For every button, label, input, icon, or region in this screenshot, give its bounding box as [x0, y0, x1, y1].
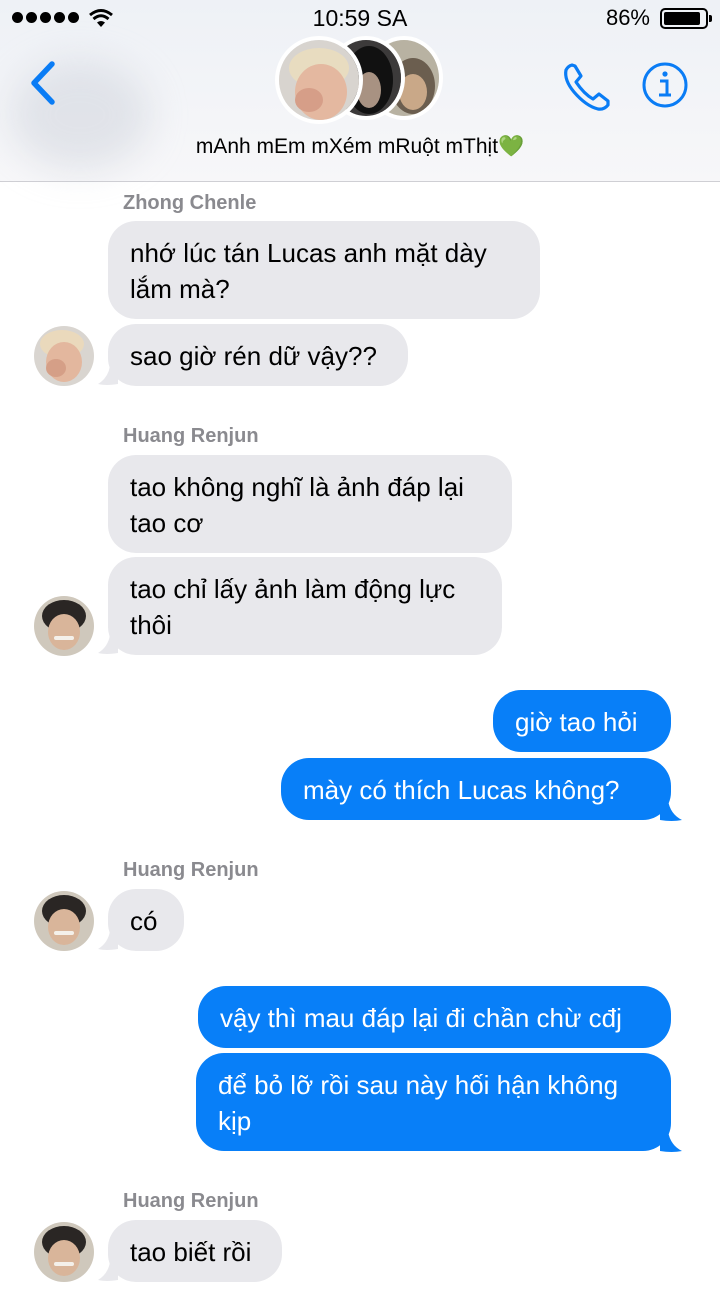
battery-icon: [660, 8, 712, 29]
info-icon[interactable]: [641, 61, 689, 109]
bubble-tail: [660, 800, 682, 821]
bubble-tail: [98, 931, 118, 950]
avatar-huang-renjun[interactable]: [34, 596, 94, 656]
bubble-tail: [98, 1262, 118, 1281]
bubble-tail: [660, 1131, 682, 1152]
outgoing-message[interactable]: vậy thì mau đáp lại đi chần chừ cđj: [198, 986, 671, 1048]
outgoing-message[interactable]: mày có thích Lucas không?: [281, 758, 671, 820]
avatar-zhong-chenle[interactable]: [34, 326, 94, 386]
outgoing-message[interactable]: giờ tao hỏi: [493, 690, 671, 752]
avatar-huang-renjun[interactable]: [34, 891, 94, 951]
bubble-tail: [98, 635, 118, 654]
sender-name: Huang Renjun: [123, 425, 259, 447]
member-avatar-1: [275, 36, 363, 124]
phone-icon[interactable]: [560, 60, 614, 114]
incoming-message[interactable]: có: [108, 889, 184, 951]
avatar-huang-renjun[interactable]: [34, 1222, 94, 1282]
incoming-message[interactable]: tao không nghĩ là ảnh đáp lại tao cơ: [108, 455, 512, 553]
incoming-message[interactable]: nhớ lúc tán Lucas anh mặt dày lắm mà?: [108, 221, 540, 319]
group-name[interactable]: mAnh mEm mXém mRuột mThịt💚: [0, 135, 720, 159]
status-bar: 10:59 SA 86%: [0, 0, 720, 36]
bubble-tail: [98, 366, 118, 385]
chat-header: 10:59 SA 86% mAnh mEm mXém mRuột mThịt💚: [0, 0, 720, 182]
back-chevron-icon[interactable]: [26, 58, 60, 108]
incoming-message[interactable]: tao chỉ lấy ảnh làm động lực thôi: [108, 557, 502, 655]
sender-name: Huang Renjun: [123, 1190, 259, 1212]
sender-name: Zhong Chenle: [123, 192, 257, 214]
incoming-message[interactable]: sao giờ rén dữ vậy??: [108, 324, 408, 386]
battery-percentage: 86%: [605, 5, 650, 30]
outgoing-message[interactable]: để bỏ lỡ rồi sau này hối hận không kịp: [196, 1053, 671, 1151]
group-avatar-stack[interactable]: [275, 33, 445, 125]
sender-name: Huang Renjun: [123, 859, 259, 881]
incoming-message[interactable]: tao biết rồi: [108, 1220, 282, 1282]
